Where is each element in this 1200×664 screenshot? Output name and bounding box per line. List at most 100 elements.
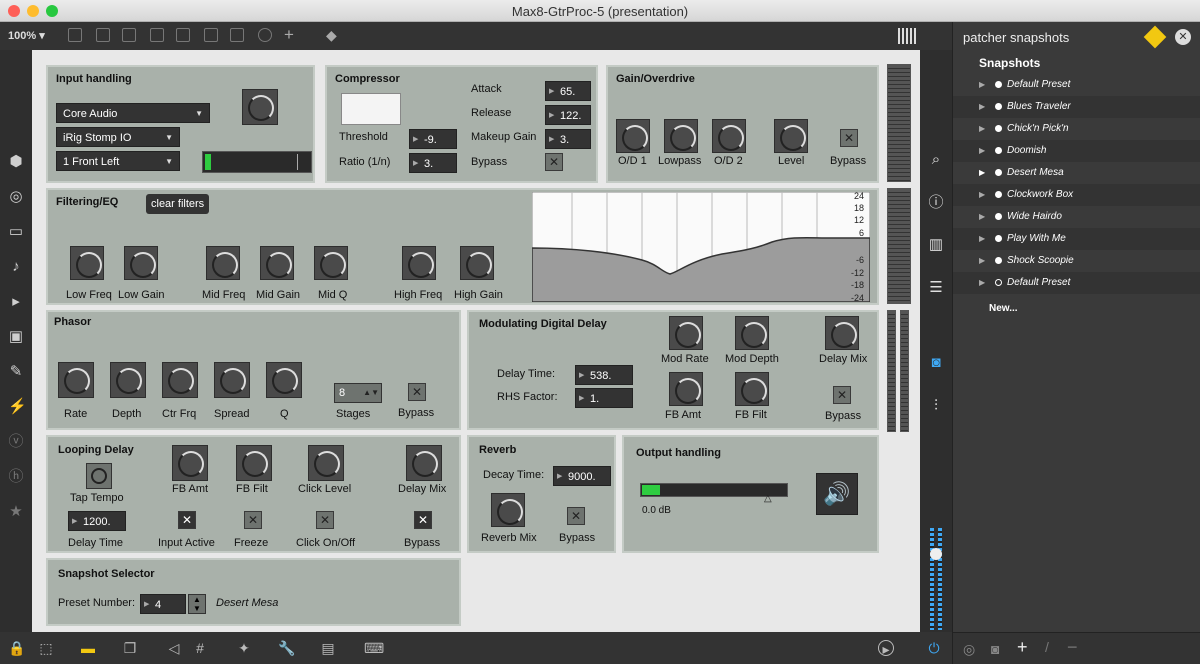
edit-icon[interactable]: / xyxy=(1045,639,1049,655)
phasor-bypass-toggle[interactable]: ✕ xyxy=(408,383,426,401)
object-icon[interactable] xyxy=(68,28,82,42)
low-gain-knob[interactable] xyxy=(124,246,158,280)
od1-knob[interactable] xyxy=(616,119,650,153)
speaker-icon[interactable]: 🔊 xyxy=(816,473,858,515)
preset-stepper[interactable]: ▲ ▼ xyxy=(188,594,206,614)
delay-time-numbox[interactable]: 538. xyxy=(575,365,633,386)
close-panel-icon[interactable]: ✕ xyxy=(1175,29,1191,45)
phasor-q-knob[interactable] xyxy=(266,362,302,398)
input-gain-knob[interactable] xyxy=(242,89,278,125)
threshold-numbox[interactable]: -9. xyxy=(409,129,457,150)
packages-icon[interactable]: ⬢ xyxy=(8,154,24,170)
slider-icon[interactable] xyxy=(230,28,244,42)
release-numbox[interactable]: 122. xyxy=(545,105,591,126)
phasor-rate-knob[interactable] xyxy=(58,362,94,398)
snapshot-item[interactable]: ▶ Default Preset xyxy=(953,272,1200,294)
reverb-bypass-toggle[interactable]: ✕ xyxy=(567,507,585,525)
level-knob[interactable] xyxy=(774,119,808,153)
loop-bypass-toggle[interactable]: ✕ xyxy=(414,511,432,529)
mod-fb-filt-knob[interactable] xyxy=(735,372,769,406)
reverb-mix-knob[interactable] xyxy=(491,493,525,527)
plug-icon[interactable]: ⚡ xyxy=(8,399,27,415)
snapshot-item[interactable]: ▶ Clockwork Box xyxy=(953,184,1200,206)
loop-fb-filt-knob[interactable] xyxy=(236,445,272,481)
mod-fb-amt-knob[interactable] xyxy=(669,372,703,406)
loop-fb-amt-knob[interactable] xyxy=(172,445,208,481)
paint-bucket-icon[interactable]: ◆ xyxy=(326,27,337,44)
target-icon[interactable]: ◎ xyxy=(8,189,24,205)
mid-freq-knob[interactable] xyxy=(206,246,240,280)
message-icon[interactable] xyxy=(96,28,110,42)
output-gain-slider-handle[interactable]: △ xyxy=(764,493,772,504)
snapshot-item[interactable]: ▶ Play With Me xyxy=(953,228,1200,250)
gain-bypass-toggle[interactable]: ✕ xyxy=(840,129,858,147)
grid-icon[interactable] xyxy=(898,28,916,44)
favorites-star-icon[interactable]: ★ xyxy=(8,504,24,520)
presentation-mode-icon[interactable]: ▬ xyxy=(80,640,96,656)
snapshot-item[interactable]: ▶ Shock Scoopie xyxy=(953,250,1200,272)
remove-snapshot-icon[interactable]: − xyxy=(1067,637,1078,658)
mod-depth-knob[interactable] xyxy=(735,316,769,350)
snapshot-item[interactable]: ▶ Blues Traveler xyxy=(953,96,1200,118)
audio-driver-menu[interactable]: Core Audio xyxy=(56,103,210,124)
preset-number-numbox[interactable]: 4 xyxy=(140,594,186,615)
tap-tempo-button[interactable] xyxy=(86,463,112,489)
input-channel-menu[interactable]: 1 Front Left xyxy=(56,151,180,172)
audio-device-menu[interactable]: iRig Stomp IO xyxy=(56,127,180,148)
add-icon[interactable]: + xyxy=(284,25,294,45)
new-snapshot-button[interactable]: New... xyxy=(989,303,1018,314)
snap-icon[interactable]: ✦ xyxy=(236,640,252,656)
list-icon[interactable]: ☰ xyxy=(928,280,944,296)
phasor-ctr-frq-knob[interactable] xyxy=(162,362,198,398)
snapshot-item[interactable]: ▶ Default Preset xyxy=(953,74,1200,96)
dial-icon[interactable] xyxy=(258,28,272,42)
phasor-depth-knob[interactable] xyxy=(110,362,146,398)
mid-q-knob[interactable] xyxy=(314,246,348,280)
mod-delay-mix-knob[interactable] xyxy=(825,316,859,350)
piano-icon[interactable]: ▤ xyxy=(320,640,336,656)
mod-delay-bypass-toggle[interactable]: ✕ xyxy=(833,386,851,404)
wrench-icon[interactable]: 🔧 xyxy=(278,640,295,656)
compressor-bypass-toggle[interactable]: ✕ xyxy=(545,153,563,171)
search-icon[interactable]: ⌕ xyxy=(928,152,944,168)
play-icon[interactable] xyxy=(204,28,218,42)
transport-play-icon[interactable]: ▸ xyxy=(878,640,894,657)
book-icon[interactable]: ▥ xyxy=(928,237,944,253)
toggle-icon[interactable] xyxy=(150,28,164,42)
grid-toggle-icon[interactable]: # xyxy=(192,640,208,656)
help-icon[interactable]: ⓗ xyxy=(8,469,24,485)
attack-numbox[interactable]: 65. xyxy=(545,81,591,102)
info-icon[interactable]: ⓘ xyxy=(928,195,944,211)
makeup-gain-numbox[interactable]: 3. xyxy=(545,129,591,150)
windows-icon[interactable]: ❐ xyxy=(122,640,138,656)
snapshot-item[interactable]: ▶ Chick'n Pick'n xyxy=(953,118,1200,140)
master-volume-handle[interactable] xyxy=(930,548,942,560)
loop-delay-time-numbox[interactable]: 1200. xyxy=(68,511,126,532)
sliders-icon[interactable]: ⫶ xyxy=(928,398,944,414)
phasor-spread-knob[interactable] xyxy=(214,362,250,398)
high-freq-knob[interactable] xyxy=(402,246,436,280)
paperclip-icon[interactable]: ✎ xyxy=(8,364,24,380)
click-onoff-toggle[interactable]: ✕ xyxy=(316,511,334,529)
zoom-level-dropdown[interactable]: 100% ▾ xyxy=(8,29,45,42)
select-icon[interactable]: ⬚ xyxy=(38,640,54,656)
low-freq-knob[interactable] xyxy=(70,246,104,280)
click-level-knob[interactable] xyxy=(308,445,344,481)
comment-icon[interactable] xyxy=(122,28,136,42)
snapshot-item[interactable]: ▶ Wide Hairdo xyxy=(953,206,1200,228)
high-gain-knob[interactable] xyxy=(460,246,494,280)
decay-time-numbox[interactable]: 9000. xyxy=(553,466,611,487)
sequencer-icon[interactable]: ▸ xyxy=(8,294,24,310)
ratio-numbox[interactable]: 3. xyxy=(409,153,457,174)
add-snapshot-icon[interactable]: + xyxy=(1017,637,1028,658)
image-icon[interactable]: ▣ xyxy=(8,329,24,345)
vst-icon[interactable]: ⓥ xyxy=(8,434,24,450)
od2-knob[interactable] xyxy=(712,119,746,153)
stages-umenu[interactable]: 8 ▲▼ xyxy=(334,383,382,403)
lock-icon[interactable]: 🔒 xyxy=(8,640,25,656)
mid-gain-knob[interactable] xyxy=(260,246,294,280)
filter-response-graph[interactable]: 24 18 12 6 -6 -12 -18 -24 xyxy=(532,192,870,302)
mute-icon[interactable]: ◁ xyxy=(166,640,182,656)
audio-power-icon[interactable]: ⏻ xyxy=(926,640,942,656)
lowpass-knob[interactable] xyxy=(664,119,698,153)
